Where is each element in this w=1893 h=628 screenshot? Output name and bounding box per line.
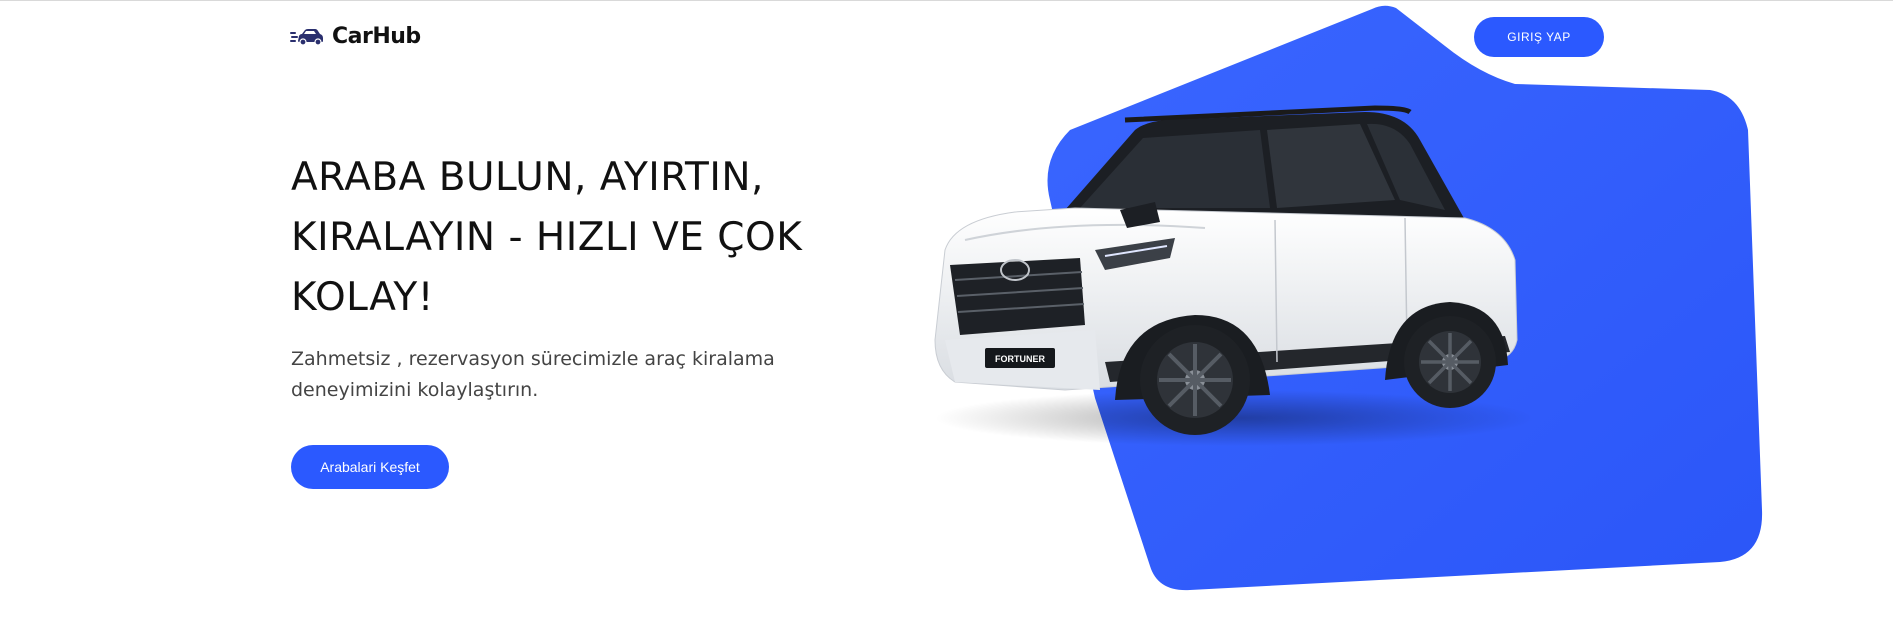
logo-text: CarHub bbox=[332, 24, 421, 49]
car-icon bbox=[290, 28, 323, 46]
logo[interactable]: CarHub bbox=[290, 24, 421, 49]
login-button[interactable]: GIRIŞ YAP bbox=[1474, 17, 1604, 57]
hero-title: ARABA BULUN, AYIRTIN, KIRALAYIN - HIZLI … bbox=[291, 155, 803, 320]
top-border bbox=[0, 0, 1893, 1]
explore-cars-button[interactable]: Arabalari Keşfet bbox=[291, 445, 449, 489]
plate-text: FORTUNER bbox=[995, 354, 1045, 364]
car-image: FORTUNER bbox=[934, 105, 1535, 446]
hero-subtitle: Zahmetsiz , rezervasyon sürecimizle araç… bbox=[291, 348, 775, 401]
